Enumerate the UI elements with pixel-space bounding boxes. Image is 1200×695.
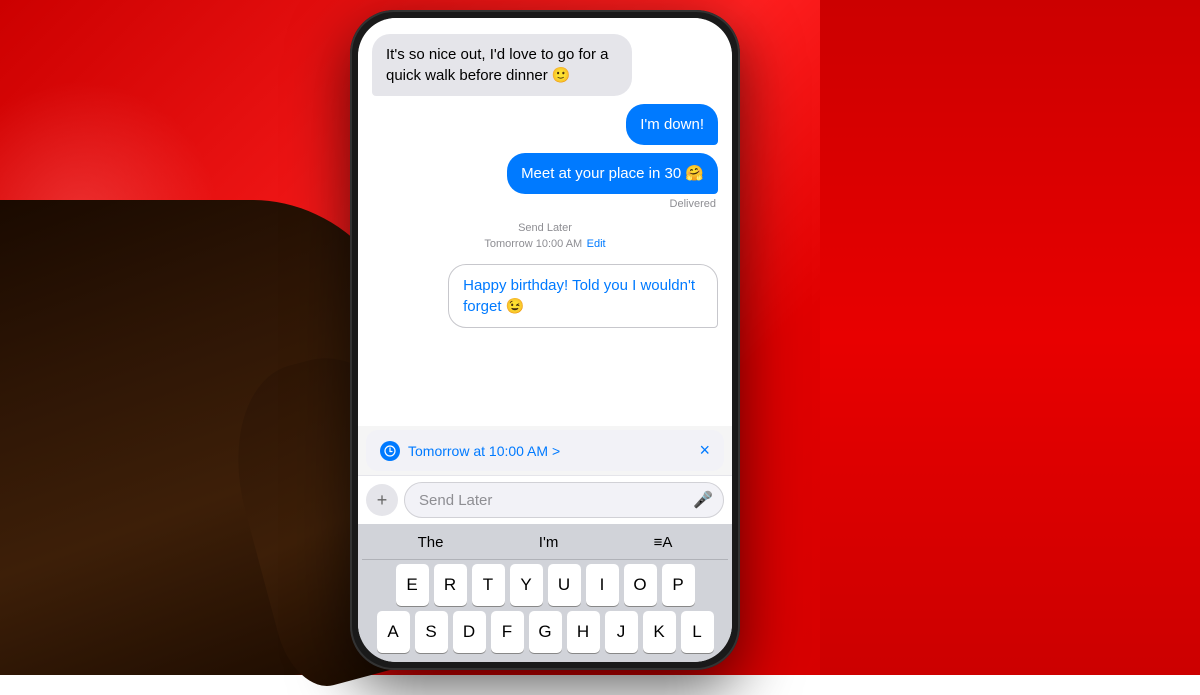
messages-area: It's so nice out, I'd love to go for a q… (358, 18, 732, 426)
key-p[interactable]: P (662, 564, 695, 606)
suggestion-3[interactable]: ≡A (654, 534, 673, 551)
delivered-label: Delivered (670, 198, 716, 210)
key-g[interactable]: G (529, 611, 562, 653)
message-sent-2: Meet at your place in 30 🤗 (507, 153, 718, 194)
message-sent-1: I'm down! (626, 104, 718, 145)
schedule-bar[interactable]: Tomorrow at 10:00 AM > × (366, 430, 724, 471)
message-text: Happy birthday! Told you I wouldn't forg… (463, 277, 695, 315)
key-k[interactable]: K (643, 611, 676, 653)
key-s[interactable]: S (415, 611, 448, 653)
key-i[interactable]: I (586, 564, 619, 606)
key-a[interactable]: A (377, 611, 410, 653)
mic-icon[interactable]: 🎤 (693, 490, 713, 510)
input-area: + Send Later 🎤 (358, 475, 732, 524)
key-y[interactable]: Y (510, 564, 543, 606)
background-right (820, 0, 1200, 675)
key-d[interactable]: D (453, 611, 486, 653)
message-text: It's so nice out, I'd love to go for a q… (386, 46, 609, 84)
send-later-title: Send Later (484, 222, 605, 234)
phone-screen: It's so nice out, I'd love to go for a q… (358, 18, 732, 662)
input-placeholder: Send Later (419, 492, 492, 509)
key-l[interactable]: L (681, 611, 714, 653)
key-e[interactable]: E (396, 564, 429, 606)
schedule-bar-left: Tomorrow at 10:00 AM > (380, 441, 560, 461)
message-text: I'm down! (640, 116, 704, 133)
key-o[interactable]: O (624, 564, 657, 606)
keyboard-row-2: A S D F G H J K L (362, 611, 728, 653)
phone: It's so nice out, I'd love to go for a q… (350, 10, 740, 670)
schedule-close-button[interactable]: × (699, 440, 710, 461)
key-u[interactable]: U (548, 564, 581, 606)
keyboard: The I'm ≡A E R T Y U I O P A S D F G (358, 524, 732, 662)
key-h[interactable]: H (567, 611, 600, 653)
key-j[interactable]: J (605, 611, 638, 653)
key-r[interactable]: R (434, 564, 467, 606)
send-later-time: Tomorrow 10:00 AM (484, 238, 582, 250)
send-later-edit[interactable]: Edit (587, 238, 606, 250)
add-button[interactable]: + (366, 484, 398, 516)
keyboard-suggestions: The I'm ≡A (362, 530, 728, 560)
suggestion-1[interactable]: The (418, 534, 444, 551)
suggestion-2[interactable]: I'm (539, 534, 559, 551)
key-f[interactable]: F (491, 611, 524, 653)
send-later-info: Send Later Tomorrow 10:00 AM Edit (484, 222, 605, 252)
schedule-time-label[interactable]: Tomorrow at 10:00 AM > (408, 443, 560, 459)
message-input[interactable]: Send Later 🎤 (404, 482, 724, 518)
message-scheduled: Happy birthday! Told you I wouldn't forg… (448, 264, 718, 328)
message-text: Meet at your place in 30 🤗 (521, 165, 704, 182)
keyboard-row-1: E R T Y U I O P (362, 564, 728, 606)
message-received-1: It's so nice out, I'd love to go for a q… (372, 34, 632, 96)
clock-icon (380, 441, 400, 461)
key-t[interactable]: T (472, 564, 505, 606)
